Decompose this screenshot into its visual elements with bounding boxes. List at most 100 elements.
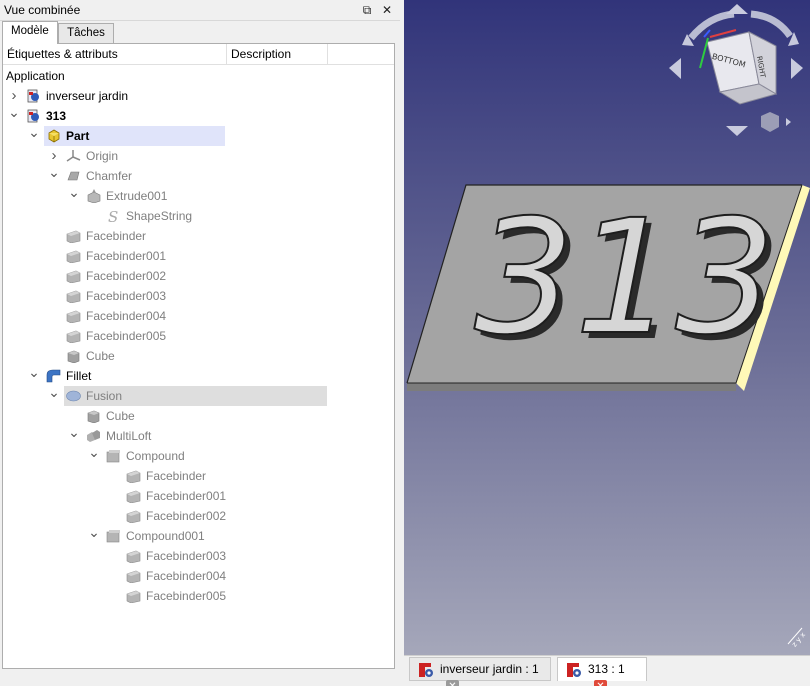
facebinder-icon: [126, 549, 141, 564]
tree-item[interactable]: ⌄ Fillet: [3, 364, 394, 386]
nav-left-arrow[interactable]: [669, 58, 681, 79]
tree-item-label: Fillet: [66, 369, 92, 383]
tree-item[interactable]: Facebinder004: [3, 306, 394, 326]
plate-front-edge: [407, 383, 736, 391]
tree-item-label: Facebinder: [146, 469, 207, 483]
tree-item[interactable]: Cube: [3, 406, 394, 426]
close-panel-icon[interactable]: ✕: [379, 2, 395, 18]
tree-item[interactable]: ⌄ Fusion: [48, 384, 327, 406]
nav-down-arrow[interactable]: [726, 126, 748, 136]
collapse-arrow-icon[interactable]: ⌄: [68, 422, 80, 442]
tree-item[interactable]: Facebinder004: [3, 566, 394, 586]
tree-item-label: Fusion: [86, 389, 123, 403]
part-icon: [46, 129, 61, 143]
tree-item-label: Facebinder004: [86, 309, 167, 323]
tree-item[interactable]: Facebinder005: [3, 586, 394, 606]
navigation-cube[interactable]: BOTTOM RIGHT: [669, 4, 803, 136]
tree-item-label: MultiLoft: [106, 429, 152, 443]
model-tree: Étiquettes & attributs Description Appli…: [2, 43, 395, 669]
fillet-icon: [46, 369, 61, 383]
freecad-doc-icon: [567, 663, 581, 677]
chamfer-icon: [66, 169, 81, 183]
collapse-arrow-icon[interactable]: ⌄: [28, 122, 40, 142]
tree-item-label: inverseur jardin: [46, 89, 129, 103]
tab-model[interactable]: Modèle: [2, 21, 58, 44]
tree-item[interactable]: Application: [3, 66, 394, 86]
facebinder-icon: [66, 269, 81, 284]
tree-item-label: Facebinder005: [86, 329, 167, 343]
tree-item-label: Facebinder001: [86, 249, 167, 263]
tree-item[interactable]: ⌄ Compound: [3, 444, 394, 466]
multiloft-icon: [86, 429, 101, 443]
tree-item-label: Facebinder003: [146, 549, 227, 563]
shapestring-icon: S: [106, 208, 121, 226]
tree-item[interactable]: Facebinder: [3, 226, 394, 246]
doc-tab-label: 313 : 1: [588, 662, 625, 676]
tree-item[interactable]: Facebinder001: [3, 486, 394, 506]
facebinder-icon: [126, 509, 141, 524]
panel-title-bar: Vue combinée ⧉ ✕: [0, 0, 400, 21]
doc-tab-label: inverseur jardin : 1: [440, 662, 539, 676]
facebinder-icon: [126, 469, 141, 484]
collapse-arrow-icon[interactable]: ⌄: [88, 442, 100, 462]
compound-icon: [106, 449, 121, 463]
doc-tab-313[interactable]: 313 : 1 ✕: [557, 657, 647, 686]
tree-header: Étiquettes & attributs Description: [3, 44, 394, 65]
tree-item[interactable]: ⌄ 313: [3, 104, 394, 126]
tree-item[interactable]: Facebinder001: [3, 246, 394, 266]
3d-viewport[interactable]: 313 313 BOTTOM RIGHT z y x: [404, 0, 810, 655]
tree-item-label: Part: [66, 129, 90, 143]
view-menu-cube-icon[interactable]: [761, 112, 779, 132]
facebinder-icon: [126, 589, 141, 604]
collapse-arrow-icon[interactable]: ⌄: [28, 362, 40, 382]
close-tab-icon[interactable]: ✕: [594, 680, 607, 686]
tab-tasks[interactable]: Tâches: [58, 23, 114, 44]
collapse-arrow-icon[interactable]: ⌄: [48, 382, 60, 402]
tree-item-label: ShapeString: [126, 209, 193, 223]
tree-item[interactable]: Facebinder003: [3, 286, 394, 306]
column-description[interactable]: Description: [227, 44, 328, 65]
tree-item[interactable]: S ShapeString: [3, 206, 394, 226]
tree-item[interactable]: › Origin: [3, 146, 394, 166]
axis-labels: z y x: [790, 631, 807, 649]
tree-item[interactable]: ⌄ MultiLoft: [3, 424, 394, 446]
tree-item[interactable]: ⌄ Part: [28, 124, 225, 146]
cube-icon: [66, 349, 81, 364]
column-labels[interactable]: Étiquettes & attributs: [3, 44, 227, 65]
tree-item[interactable]: ⌄ Chamfer: [3, 164, 394, 186]
facebinder-icon: [66, 329, 81, 344]
nav-up-arrow[interactable]: [726, 4, 748, 14]
collapse-arrow-icon[interactable]: ⌄: [48, 162, 60, 182]
tree-item[interactable]: Facebinder002: [3, 266, 394, 286]
tree-item[interactable]: Facebinder003: [3, 546, 394, 566]
tree-item-label: Application: [6, 69, 65, 83]
cube-icon: [86, 409, 101, 424]
tree-item[interactable]: Facebinder005: [3, 326, 394, 346]
tree-item[interactable]: Facebinder002: [3, 506, 394, 526]
collapse-arrow-icon[interactable]: ⌄: [68, 182, 80, 202]
close-tab-icon[interactable]: ✕: [446, 680, 459, 686]
tree-item[interactable]: Facebinder: [3, 466, 394, 486]
tree-item[interactable]: ⌄ Compound001: [3, 524, 394, 546]
tree-item-label: Cube: [106, 409, 135, 423]
tree-item-label: Facebinder001: [146, 489, 227, 503]
tree-item-label: Extrude001: [106, 189, 168, 203]
tree-item[interactable]: Cube: [3, 346, 394, 366]
tree-rows: Application › inverseur jardin ⌄ 313 ⌄ Part › Or…: [3, 65, 394, 665]
float-panel-icon[interactable]: ⧉: [359, 2, 375, 18]
tree-item[interactable]: ⌄ Extrude001: [3, 184, 394, 206]
tree-item[interactable]: › inverseur jardin: [3, 86, 394, 106]
tree-item-label: Origin: [86, 149, 119, 163]
extrude-icon: [86, 189, 101, 204]
facebinder-icon: [66, 229, 81, 244]
doc-tab-inverseur-jardin[interactable]: inverseur jardin : 1 ✕: [409, 657, 551, 686]
tree-item-label: Compound: [126, 449, 185, 463]
tree-item-label: Facebinder002: [86, 269, 167, 283]
fusion-icon: [66, 389, 81, 403]
tree-item-label: Compound001: [126, 529, 205, 543]
collapse-arrow-icon[interactable]: ⌄: [88, 522, 100, 542]
freecad-doc-icon: [419, 663, 433, 677]
facebinder-icon: [66, 289, 81, 304]
collapse-arrow-icon[interactable]: ⌄: [8, 102, 20, 122]
nav-right-arrow[interactable]: [791, 58, 803, 79]
